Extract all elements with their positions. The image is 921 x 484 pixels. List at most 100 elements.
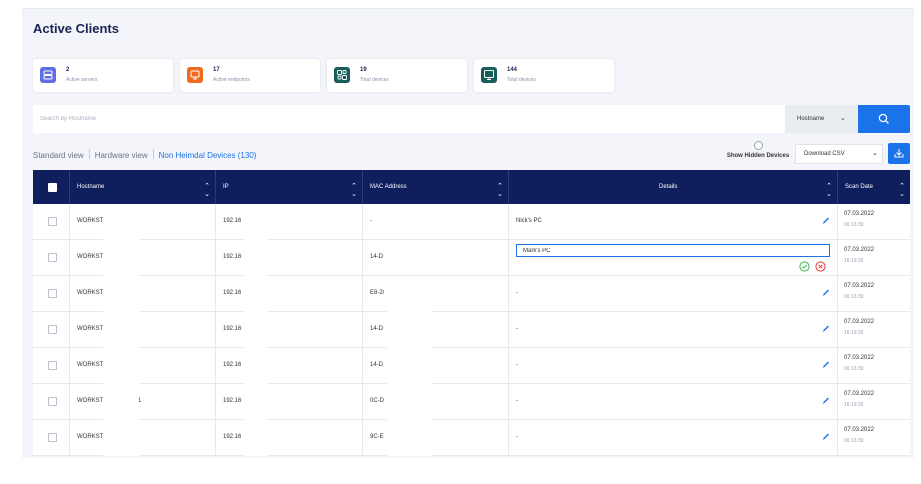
tab-hardware-view[interactable]: Hardware view bbox=[95, 151, 148, 160]
hostname-value: WORKST bbox=[77, 326, 104, 332]
row-select-cell bbox=[33, 240, 70, 276]
scan-time: 16:13:39 bbox=[844, 258, 864, 264]
table-row[interactable]: WORKST 192.16 - Nick's PC 07.03.2022 16:… bbox=[33, 204, 910, 240]
sort-icon[interactable]: ⌃ ⌄ bbox=[351, 182, 357, 198]
download-button[interactable] bbox=[888, 143, 910, 164]
chevron-down-icon: ⌄ bbox=[872, 150, 878, 157]
show-hidden-radio[interactable] bbox=[753, 141, 763, 150]
ip-value: 192.16 bbox=[223, 362, 242, 368]
row-checkbox[interactable] bbox=[48, 397, 57, 406]
column-details[interactable]: Details ⌃ ⌄ bbox=[509, 170, 838, 204]
ip-cell: 192.16 bbox=[216, 204, 363, 240]
download-icon bbox=[894, 149, 904, 158]
row-checkbox[interactable] bbox=[48, 325, 57, 334]
details-cell: - bbox=[509, 312, 838, 348]
search-button[interactable] bbox=[858, 105, 910, 133]
row-checkbox[interactable] bbox=[48, 361, 57, 370]
scan-date: 07.03.2022 bbox=[844, 211, 875, 217]
row-select-cell bbox=[33, 384, 70, 420]
scan-time: 16:13:39 bbox=[844, 294, 864, 300]
tab-non-heimdal-devices[interactable]: Non Heimdal Devices (130) bbox=[159, 151, 257, 160]
column-hostname[interactable]: Hostname ⌃ ⌄ bbox=[70, 170, 216, 204]
monitor-icon bbox=[187, 67, 203, 83]
scan-date: 07.03.2022 bbox=[844, 319, 875, 325]
details-value: - bbox=[516, 326, 518, 332]
download-format-select[interactable]: Download CSV ⌄ bbox=[795, 144, 883, 164]
scan-date: 07.03.2022 bbox=[844, 427, 875, 433]
table-row[interactable]: WORKST 192.16 14-D - 07.03.2022 16:13:39 bbox=[33, 312, 910, 348]
redaction-block bbox=[387, 278, 432, 456]
select-all-checkbox[interactable] bbox=[48, 183, 57, 192]
mac-cell: 14-D bbox=[363, 312, 509, 348]
page-title: Active Clients bbox=[33, 21, 119, 36]
scan-date: 07.03.2022 bbox=[844, 355, 875, 361]
details-value: - bbox=[516, 290, 518, 296]
ip-cell: 192.16 bbox=[216, 240, 363, 276]
confirm-icon[interactable] bbox=[799, 261, 810, 274]
card-active-servers[interactable]: 2 Active servers bbox=[33, 59, 173, 92]
card-value: 2 bbox=[66, 67, 70, 73]
card-value: 19 bbox=[360, 67, 367, 73]
monitor-icon bbox=[481, 67, 497, 83]
card-total-devices[interactable]: 19 Total devices bbox=[327, 59, 467, 92]
search-input[interactable] bbox=[33, 105, 785, 133]
ip-value: 192.16 bbox=[223, 398, 242, 404]
hostname-value: WORKST bbox=[77, 398, 104, 404]
details-value: - bbox=[516, 398, 518, 404]
tab-standard-view[interactable]: Standard view bbox=[33, 151, 84, 160]
hostname-cell: WORKST 1 bbox=[70, 384, 216, 420]
card-active-endpoints[interactable]: 17 Active endpoints bbox=[180, 59, 320, 92]
devices-icon bbox=[334, 67, 350, 83]
scan-time: 16:13:39 bbox=[844, 402, 864, 408]
table-row[interactable]: WORKST 1 192.16 0C-D - 07.03.2022 16:13:… bbox=[33, 384, 910, 420]
mac-cell: 14-D bbox=[363, 240, 509, 276]
search-field-select[interactable]: Hostname ⌄ bbox=[785, 105, 858, 133]
column-scan-date[interactable]: Scan Date ⌃ ⌄ bbox=[838, 170, 910, 204]
table-header: Hostname ⌃ ⌄ IP ⌃ ⌄ MAC Address ⌃ ⌄ Details… bbox=[33, 170, 910, 204]
row-checkbox[interactable] bbox=[48, 289, 57, 298]
pencil-icon[interactable] bbox=[822, 359, 830, 371]
row-checkbox[interactable] bbox=[48, 217, 57, 226]
sort-icon[interactable]: ⌃ ⌄ bbox=[826, 182, 832, 198]
table-row[interactable]: WORKST 192.16 9C-E - 07.03.2022 16:13:39 bbox=[33, 420, 910, 456]
column-ip[interactable]: IP ⌃ ⌄ bbox=[216, 170, 363, 204]
details-edit-input[interactable] bbox=[516, 244, 830, 257]
table-row[interactable]: WORKST 192.16 E8-2/ - 07.03.2022 16:13:3… bbox=[33, 276, 910, 312]
sort-icon[interactable]: ⌃ ⌄ bbox=[204, 182, 210, 198]
row-checkbox[interactable] bbox=[48, 253, 57, 262]
card-total-devices-all[interactable]: 144 Total devices bbox=[474, 59, 614, 92]
sort-icon[interactable]: ⌃ ⌄ bbox=[497, 182, 503, 198]
hostname-cell: WORKST bbox=[70, 420, 216, 456]
scan-date-cell: 07.03.2022 16:13:39 bbox=[838, 420, 910, 456]
ip-value: 192.16 bbox=[223, 254, 242, 260]
hostname-cell: WORKST bbox=[70, 348, 216, 384]
mac-value: - bbox=[370, 218, 372, 224]
sort-icon[interactable]: ⌃ ⌄ bbox=[899, 182, 905, 198]
card-label: Active servers bbox=[66, 77, 98, 83]
scan-date-cell: 07.03.2022 16:13:39 bbox=[838, 276, 910, 312]
ip-cell: 192.16 bbox=[216, 312, 363, 348]
column-mac-address[interactable]: MAC Address ⌃ ⌄ bbox=[363, 170, 509, 204]
ip-value: 192.16 bbox=[223, 434, 242, 440]
card-value: 17 bbox=[213, 67, 220, 73]
mac-cell: E8-2/ bbox=[363, 276, 509, 312]
cancel-icon[interactable] bbox=[815, 261, 826, 274]
scan-date-cell: 07.03.2022 16:13:39 bbox=[838, 348, 910, 384]
details-value: - bbox=[516, 434, 518, 440]
ip-value: 192.16 bbox=[223, 218, 242, 224]
pencil-icon[interactable] bbox=[822, 287, 830, 299]
mac-value: E8-2/ bbox=[370, 290, 385, 296]
pencil-icon[interactable] bbox=[822, 395, 830, 407]
row-checkbox[interactable] bbox=[48, 433, 57, 442]
details-cell: - bbox=[509, 384, 838, 420]
row-select-cell bbox=[33, 312, 70, 348]
download-format-value: Download CSV bbox=[804, 151, 845, 157]
show-hidden-toggle[interactable]: Show Hidden Devices bbox=[721, 141, 795, 165]
pencil-icon[interactable] bbox=[822, 431, 830, 443]
pencil-icon[interactable] bbox=[822, 323, 830, 335]
hostname-cell: WORKST bbox=[70, 204, 216, 240]
table-row[interactable]: WORKST 192.16 14-D 07.03.2022 16:13:39 bbox=[33, 240, 910, 276]
pencil-icon[interactable] bbox=[822, 215, 830, 227]
search-icon bbox=[878, 113, 889, 124]
table-row[interactable]: WORKST 192.16 14-D - 07.03.2022 16:13:39 bbox=[33, 348, 910, 384]
